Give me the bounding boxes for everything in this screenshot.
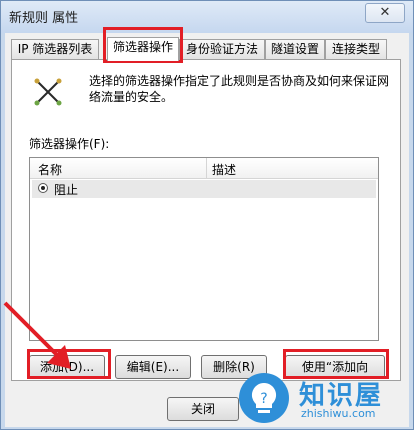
close-button[interactable]: 关闭 <box>167 397 239 421</box>
title-bar: 新规则 属性 ✕ <box>1 1 413 33</box>
close-icon: ✕ <box>379 5 391 20</box>
tab-authentication-methods[interactable]: 身份验证方法 <box>179 39 265 59</box>
description-text: 选择的筛选器操作指定了此规则是否协商及如何来保证网络流量的安全。 <box>89 74 390 104</box>
list-header: 名称 描述 <box>30 158 378 179</box>
tab-ip-filter-list[interactable]: IP 筛选器列表 <box>11 39 99 59</box>
tab-connection-type[interactable]: 连接类型 <box>325 39 387 59</box>
watermark-url: zhishiwu.com <box>301 407 376 420</box>
tab-tunnel-settings[interactable]: 隧道设置 <box>265 39 325 59</box>
lightbulb-icon: ? <box>239 373 289 423</box>
window-title: 新规则 属性 <box>9 11 79 26</box>
edit-button[interactable]: 编辑(E)... <box>115 355 191 379</box>
list-item-name: 阻止 <box>54 183 79 197</box>
filter-actions-label: 筛选器操作(F): <box>29 137 110 151</box>
list-item[interactable]: 阻止 <box>32 180 376 198</box>
column-header-name[interactable]: 名称 <box>38 161 62 178</box>
radio-button[interactable] <box>38 183 48 193</box>
tab-filter-action[interactable]: 筛选器操作 <box>107 37 179 61</box>
watermark-logo: ? 知识屋 zhishiwu.com <box>239 371 409 425</box>
svg-text:?: ? <box>260 391 267 407</box>
column-separator[interactable] <box>206 158 207 178</box>
filter-action-icon <box>34 78 62 106</box>
column-header-description[interactable]: 描述 <box>212 161 236 178</box>
properties-window: 新规则 属性 ✕ IP 筛选器列表 筛选器操作 身份验证方法 隧道设置 连接类型… <box>0 0 414 430</box>
close-window-button[interactable]: ✕ <box>365 3 405 23</box>
red-arrow-icon <box>3 301 71 369</box>
